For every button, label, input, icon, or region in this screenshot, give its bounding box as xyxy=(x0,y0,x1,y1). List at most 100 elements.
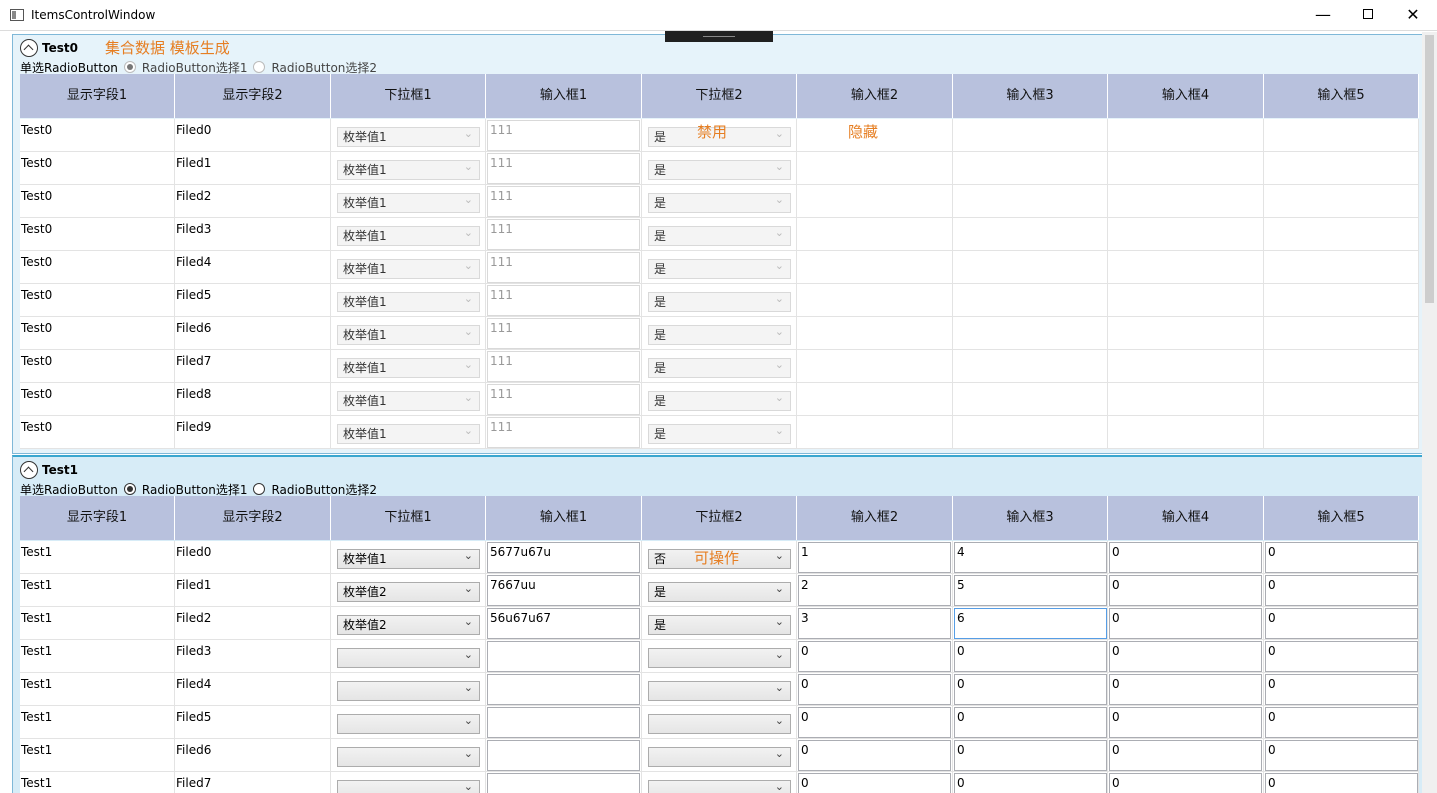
input-3-field[interactable]: 0 xyxy=(954,740,1107,771)
dropdown-1[interactable]: 枚举值1 xyxy=(337,158,480,180)
dropdown-2[interactable] xyxy=(648,712,791,734)
input-1-field[interactable]: 111 xyxy=(487,252,640,283)
column-header[interactable]: 下拉框1 xyxy=(331,74,486,118)
dropdown-2[interactable]: 是 xyxy=(648,580,791,602)
column-header[interactable]: 输入框3 xyxy=(953,74,1108,118)
column-header[interactable]: 下拉框2 xyxy=(642,496,797,540)
input-1-field[interactable]: 111 xyxy=(487,417,640,448)
column-header[interactable]: 显示字段2 xyxy=(175,74,331,118)
minimize-button[interactable]: — xyxy=(1300,0,1346,31)
input-4-field[interactable]: 0 xyxy=(1109,773,1262,793)
input-2-field[interactable]: 0 xyxy=(798,674,951,705)
title-bar[interactable]: ItemsControlWindow — ✕ xyxy=(0,0,1437,31)
dropdown-1[interactable] xyxy=(337,778,480,793)
dropdown-1[interactable]: 枚举值1 xyxy=(337,356,480,378)
input-5-field[interactable]: 0 xyxy=(1265,575,1418,606)
dropdown-1[interactable]: 枚举值1 xyxy=(337,224,480,246)
input-3-field[interactable]: 0 xyxy=(954,641,1107,672)
input-2-field[interactable]: 1 xyxy=(798,542,951,573)
group-header[interactable]: Test0 xyxy=(20,39,78,57)
dropdown-1[interactable] xyxy=(337,745,480,767)
drag-handle[interactable] xyxy=(665,31,773,42)
input-5-field[interactable]: 0 xyxy=(1265,707,1418,738)
column-header[interactable]: 输入框3 xyxy=(953,496,1108,540)
maximize-button[interactable] xyxy=(1345,0,1391,31)
input-1-field[interactable]: 5677u67u xyxy=(487,542,640,573)
dropdown-1[interactable]: 枚举值1 xyxy=(337,257,480,279)
input-1-field[interactable] xyxy=(487,707,640,738)
dropdown-2[interactable]: 是 xyxy=(648,389,791,411)
dropdown-2[interactable]: 是 xyxy=(648,257,791,279)
column-header[interactable]: 显示字段2 xyxy=(175,496,331,540)
input-4-field[interactable]: 0 xyxy=(1109,707,1262,738)
column-header[interactable]: 输入框1 xyxy=(486,74,642,118)
input-2-field[interactable]: 0 xyxy=(798,773,951,793)
input-2-field[interactable]: 3 xyxy=(798,608,951,639)
radio-option-2[interactable] xyxy=(253,61,266,73)
column-header[interactable]: 输入框5 xyxy=(1264,496,1419,540)
column-header[interactable]: 显示字段1 xyxy=(20,74,175,118)
dropdown-2[interactable]: 是 xyxy=(648,323,791,345)
input-1-field[interactable]: 111 xyxy=(487,384,640,415)
input-3-field[interactable]: 6 xyxy=(954,608,1107,639)
column-header[interactable]: 输入框4 xyxy=(1108,496,1264,540)
input-3-field[interactable]: 5 xyxy=(954,575,1107,606)
dropdown-2[interactable]: 是 xyxy=(648,191,791,213)
input-1-field[interactable]: 111 xyxy=(487,285,640,316)
dropdown-1[interactable]: 枚举值1 xyxy=(337,389,480,411)
dropdown-2[interactable]: 是 xyxy=(648,290,791,312)
collapse-chevron-icon[interactable] xyxy=(20,39,38,57)
collapse-chevron-icon[interactable] xyxy=(20,461,38,479)
input-3-field[interactable]: 4 xyxy=(954,542,1107,573)
input-4-field[interactable]: 0 xyxy=(1109,674,1262,705)
dropdown-1[interactable] xyxy=(337,712,480,734)
input-1-field[interactable] xyxy=(487,740,640,771)
dropdown-1[interactable] xyxy=(337,679,480,701)
dropdown-2[interactable] xyxy=(648,646,791,668)
dropdown-2[interactable] xyxy=(648,778,791,793)
column-header[interactable]: 输入框5 xyxy=(1264,74,1419,118)
dropdown-1[interactable]: 枚举值1 xyxy=(337,323,480,345)
column-header[interactable]: 输入框2 xyxy=(797,74,953,118)
input-2-field[interactable]: 2 xyxy=(798,575,951,606)
input-1-field[interactable]: 56u67u67 xyxy=(487,608,640,639)
dropdown-1[interactable]: 枚举值1 xyxy=(337,125,480,147)
input-1-field[interactable]: 7667uu xyxy=(487,575,640,606)
radio-option-1[interactable] xyxy=(123,61,136,73)
input-4-field[interactable]: 0 xyxy=(1109,575,1262,606)
input-1-field[interactable]: 111 xyxy=(487,351,640,382)
input-1-field[interactable]: 111 xyxy=(487,318,640,349)
column-header[interactable]: 下拉框1 xyxy=(331,496,486,540)
input-1-field[interactable]: 111 xyxy=(487,219,640,250)
input-2-field[interactable]: 0 xyxy=(798,740,951,771)
column-header[interactable]: 下拉框2 xyxy=(642,74,797,118)
dropdown-2[interactable]: 是 xyxy=(648,158,791,180)
column-header[interactable]: 输入框4 xyxy=(1108,74,1264,118)
input-1-field[interactable] xyxy=(487,674,640,705)
column-header[interactable]: 输入框2 xyxy=(797,496,953,540)
input-3-field[interactable]: 0 xyxy=(954,707,1107,738)
dropdown-2[interactable]: 是 xyxy=(648,422,791,444)
input-5-field[interactable]: 0 xyxy=(1265,773,1418,793)
dropdown-2[interactable] xyxy=(648,679,791,701)
input-5-field[interactable]: 0 xyxy=(1265,740,1418,771)
input-5-field[interactable]: 0 xyxy=(1265,674,1418,705)
vertical-scrollbar[interactable] xyxy=(1422,32,1437,793)
input-1-field[interactable]: 111 xyxy=(487,153,640,184)
close-button[interactable]: ✕ xyxy=(1390,0,1436,31)
input-4-field[interactable]: 0 xyxy=(1109,740,1262,771)
radio-option-2[interactable] xyxy=(253,483,266,495)
radio-option-1[interactable] xyxy=(123,483,136,495)
dropdown-1[interactable]: 枚举值1 xyxy=(337,191,480,213)
dropdown-1[interactable]: 枚举值1 xyxy=(337,290,480,312)
dropdown-1[interactable]: 枚举值1 xyxy=(337,547,480,569)
dropdown-1[interactable]: 枚举值2 xyxy=(337,613,480,635)
column-header[interactable]: 输入框1 xyxy=(486,496,642,540)
dropdown-1[interactable]: 枚举值2 xyxy=(337,580,480,602)
input-1-field[interactable]: 111 xyxy=(487,120,640,151)
input-2-field[interactable]: 0 xyxy=(798,641,951,672)
dropdown-1[interactable] xyxy=(337,646,480,668)
input-1-field[interactable]: 111 xyxy=(487,186,640,217)
dropdown-2[interactable] xyxy=(648,745,791,767)
group-header[interactable]: Test1 xyxy=(20,461,78,479)
